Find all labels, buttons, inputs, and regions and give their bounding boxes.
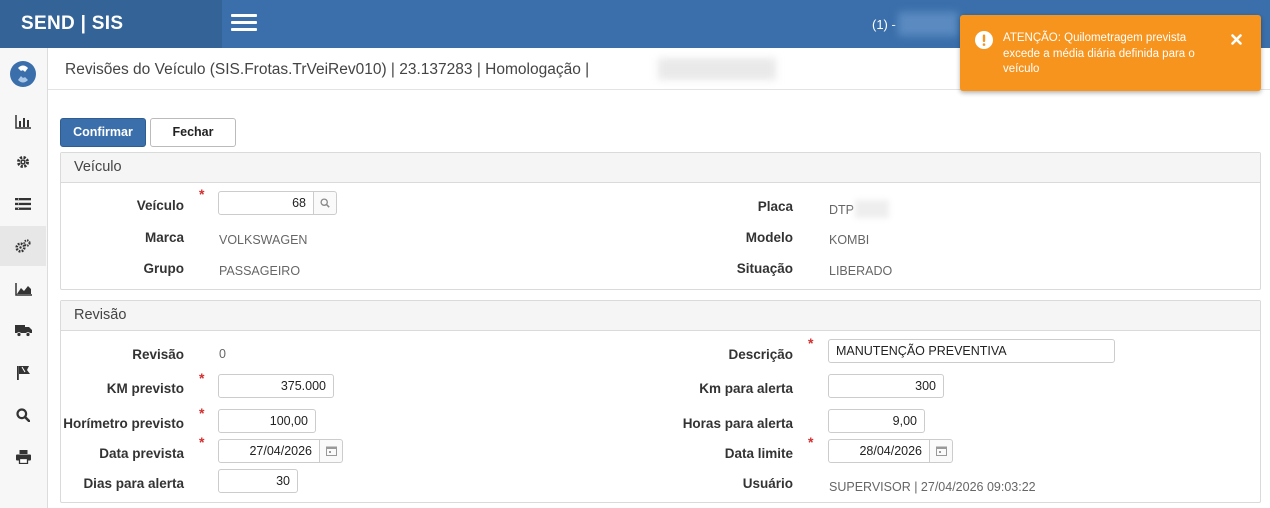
placa-value: DTP (829, 203, 854, 217)
dias-alerta-label: Dias para alerta (83, 476, 184, 491)
list-icon[interactable] (0, 184, 46, 224)
required-marker: * (808, 434, 814, 450)
veiculo-panel-title: Veículo (61, 153, 1260, 183)
usuario-value: SUPERVISOR | 27/04/2026 09:03:22 (829, 480, 1036, 494)
data-limite-input[interactable]: 28/04/2026 (828, 439, 930, 463)
user-info[interactable]: (1) - (872, 17, 896, 32)
placa-redacted (855, 200, 889, 218)
warning-toast: ATENÇÃO: Quilometragem prevista excede a… (960, 15, 1261, 91)
required-marker: * (199, 370, 205, 386)
veiculo-label: Veículo (136, 198, 184, 213)
km-previsto-input[interactable]: 375.000 (218, 374, 334, 398)
veiculo-input[interactable]: 68 (218, 191, 314, 215)
gears-icon[interactable] (0, 226, 46, 266)
required-marker: * (199, 186, 205, 202)
marca-label: Marca (144, 230, 184, 245)
required-marker: * (199, 405, 205, 421)
confirm-button[interactable]: Confirmar (60, 118, 146, 147)
truck-icon[interactable] (0, 310, 46, 350)
situacao-label: Situação (736, 261, 793, 276)
revisao-panel-title: Revisão (61, 301, 1260, 331)
descricao-label: Descrição (728, 347, 793, 362)
calendar-icon[interactable] (929, 439, 953, 463)
horimetro-input[interactable]: 100,00 (218, 409, 316, 433)
title-redacted (658, 58, 776, 80)
placa-label: Placa (757, 199, 793, 214)
revisao-value: 0 (219, 347, 226, 361)
flag-icon[interactable] (0, 352, 46, 392)
user-name-redacted (898, 12, 958, 36)
data-prevista-input[interactable]: 27/04/2026 (218, 439, 320, 463)
chart-icon[interactable] (0, 102, 46, 142)
revisao-label: Revisão (132, 347, 184, 362)
horimetro-label: Horímetro previsto (63, 416, 184, 431)
km-alerta-label: Km para alerta (699, 381, 793, 396)
print-icon[interactable] (0, 437, 46, 477)
horas-alerta-input[interactable]: 9,00 (828, 409, 925, 433)
menu-icon[interactable] (231, 14, 257, 34)
page-title: Revisões do Veículo (SIS.Frotas.TrVeiRev… (65, 61, 590, 78)
close-icon[interactable] (1231, 33, 1242, 48)
modelo-value: KOMBI (829, 233, 870, 247)
logo-icon[interactable] (0, 54, 46, 94)
gear-icon[interactable] (0, 142, 46, 182)
usuario-label: Usuário (742, 476, 793, 491)
close-button[interactable]: Fechar (150, 118, 236, 147)
calendar-icon[interactable] (319, 439, 343, 463)
data-limite-label: Data limite (724, 446, 793, 461)
required-marker: * (808, 335, 814, 351)
grupo-value: PASSAGEIRO (219, 264, 301, 278)
situacao-value: LIBERADO (829, 264, 893, 278)
warning-icon (975, 31, 993, 52)
data-prevista-label: Data prevista (99, 446, 184, 461)
sidebar (0, 48, 48, 508)
search-icon[interactable] (313, 191, 337, 215)
search-icon[interactable] (0, 395, 46, 435)
km-alerta-input[interactable]: 300 (828, 374, 944, 398)
brand-logo[interactable]: SEND | SIS (0, 0, 222, 48)
km-previsto-label: KM previsto (106, 381, 184, 396)
marca-value: VOLKSWAGEN (219, 233, 308, 247)
descricao-input[interactable]: MANUTENÇÃO PREVENTIVA (828, 339, 1115, 363)
grupo-label: Grupo (143, 261, 185, 276)
required-marker: * (199, 434, 205, 450)
horas-alerta-label: Horas para alerta (682, 416, 793, 431)
modelo-label: Modelo (745, 230, 793, 245)
area-chart-icon[interactable] (0, 269, 46, 309)
dias-alerta-input[interactable]: 30 (218, 469, 298, 493)
toast-message: ATENÇÃO: Quilometragem prevista excede a… (1003, 32, 1195, 75)
